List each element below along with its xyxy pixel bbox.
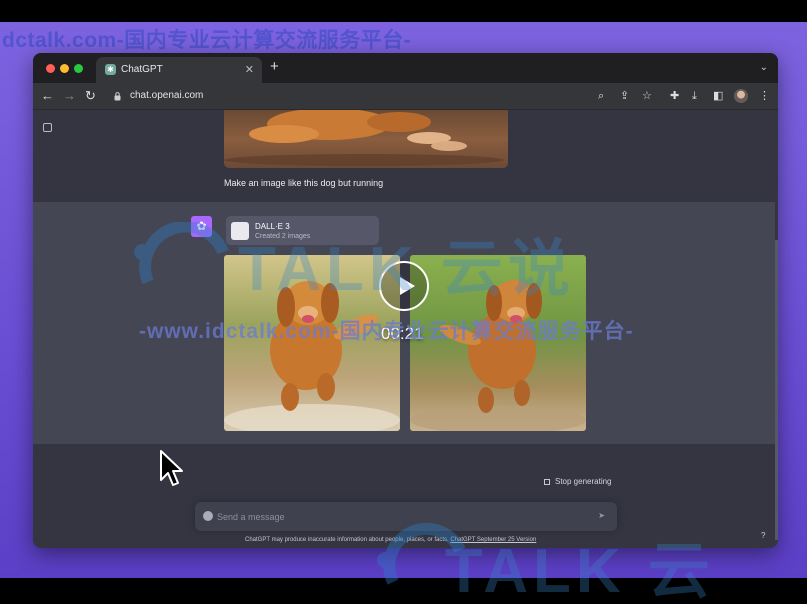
watermark-center-text: -www.idctalk.com-国内专业云计算交流服务平台- bbox=[139, 320, 634, 343]
new-tab-icon[interactable]: + bbox=[270, 59, 279, 75]
watermark-brand-center: TALK 云说 bbox=[238, 235, 575, 304]
tab-title: ChatGPT bbox=[121, 64, 163, 75]
window-zoom-button[interactable] bbox=[74, 64, 83, 73]
mouse-cursor-icon bbox=[160, 450, 183, 486]
attach-icon[interactable] bbox=[203, 511, 213, 521]
stop-generating-button[interactable]: Stop generating bbox=[544, 477, 612, 486]
window-minimize-button[interactable] bbox=[60, 64, 69, 73]
lock-icon bbox=[114, 92, 121, 101]
star-icon[interactable]: ☆ bbox=[642, 89, 652, 103]
forward-arrow-icon[interactable]: → bbox=[63, 88, 76, 104]
chatgpt-logo-icon: ✿ bbox=[191, 216, 212, 237]
chat-scrollbar[interactable] bbox=[775, 240, 778, 540]
share-icon[interactable]: ⇪ bbox=[620, 89, 629, 103]
download-icon[interactable]: ⤓ bbox=[692, 89, 697, 103]
browser-toolbar: ← → ↻ chat.openai.com ⌕ ⇪ ☆ ✚ ⤓ ◧ ⋮ bbox=[33, 83, 778, 110]
extensions-icon[interactable]: ✚ bbox=[670, 89, 679, 103]
send-icon[interactable]: ➤ bbox=[598, 511, 605, 520]
watermark-brand-bottom: TALK 云 bbox=[445, 537, 715, 604]
disclaimer-text: ChatGPT may produce inaccurate informati… bbox=[245, 537, 449, 543]
tab-bar: ✱ ChatGPT ✕ + ⌄ bbox=[33, 53, 778, 83]
zoom-icon[interactable]: ⌕ bbox=[598, 89, 604, 103]
address-bar-url[interactable]: chat.openai.com bbox=[130, 90, 203, 101]
user-uploaded-image[interactable] bbox=[224, 110, 508, 168]
help-icon[interactable]: ? bbox=[761, 531, 765, 540]
sidepanel-icon[interactable]: ◧ bbox=[713, 89, 723, 103]
user-message-text: Make an image like this dog but running bbox=[224, 178, 384, 188]
window-close-button[interactable] bbox=[46, 64, 55, 73]
profile-avatar[interactable] bbox=[734, 89, 748, 103]
more-menu-icon[interactable]: ⋮ bbox=[759, 89, 770, 103]
tab-search-chevron-icon[interactable]: ⌄ bbox=[760, 62, 768, 73]
reload-icon[interactable]: ↻ bbox=[85, 88, 96, 104]
tab-close-icon[interactable]: ✕ bbox=[245, 63, 254, 76]
dog-lying-illustration bbox=[224, 110, 504, 166]
stop-generating-label: Stop generating bbox=[555, 477, 612, 486]
stop-square-icon bbox=[544, 479, 550, 485]
tab-chatgpt[interactable]: ✱ ChatGPT ✕ bbox=[96, 57, 262, 83]
chatgpt-favicon-icon: ✱ bbox=[105, 64, 116, 75]
back-arrow-icon[interactable]: ← bbox=[41, 88, 54, 104]
sidebar-toggle-icon[interactable] bbox=[43, 123, 52, 132]
watermark-top-text: dctalk.com-国内专业云计算交流服务平台- bbox=[2, 29, 412, 52]
